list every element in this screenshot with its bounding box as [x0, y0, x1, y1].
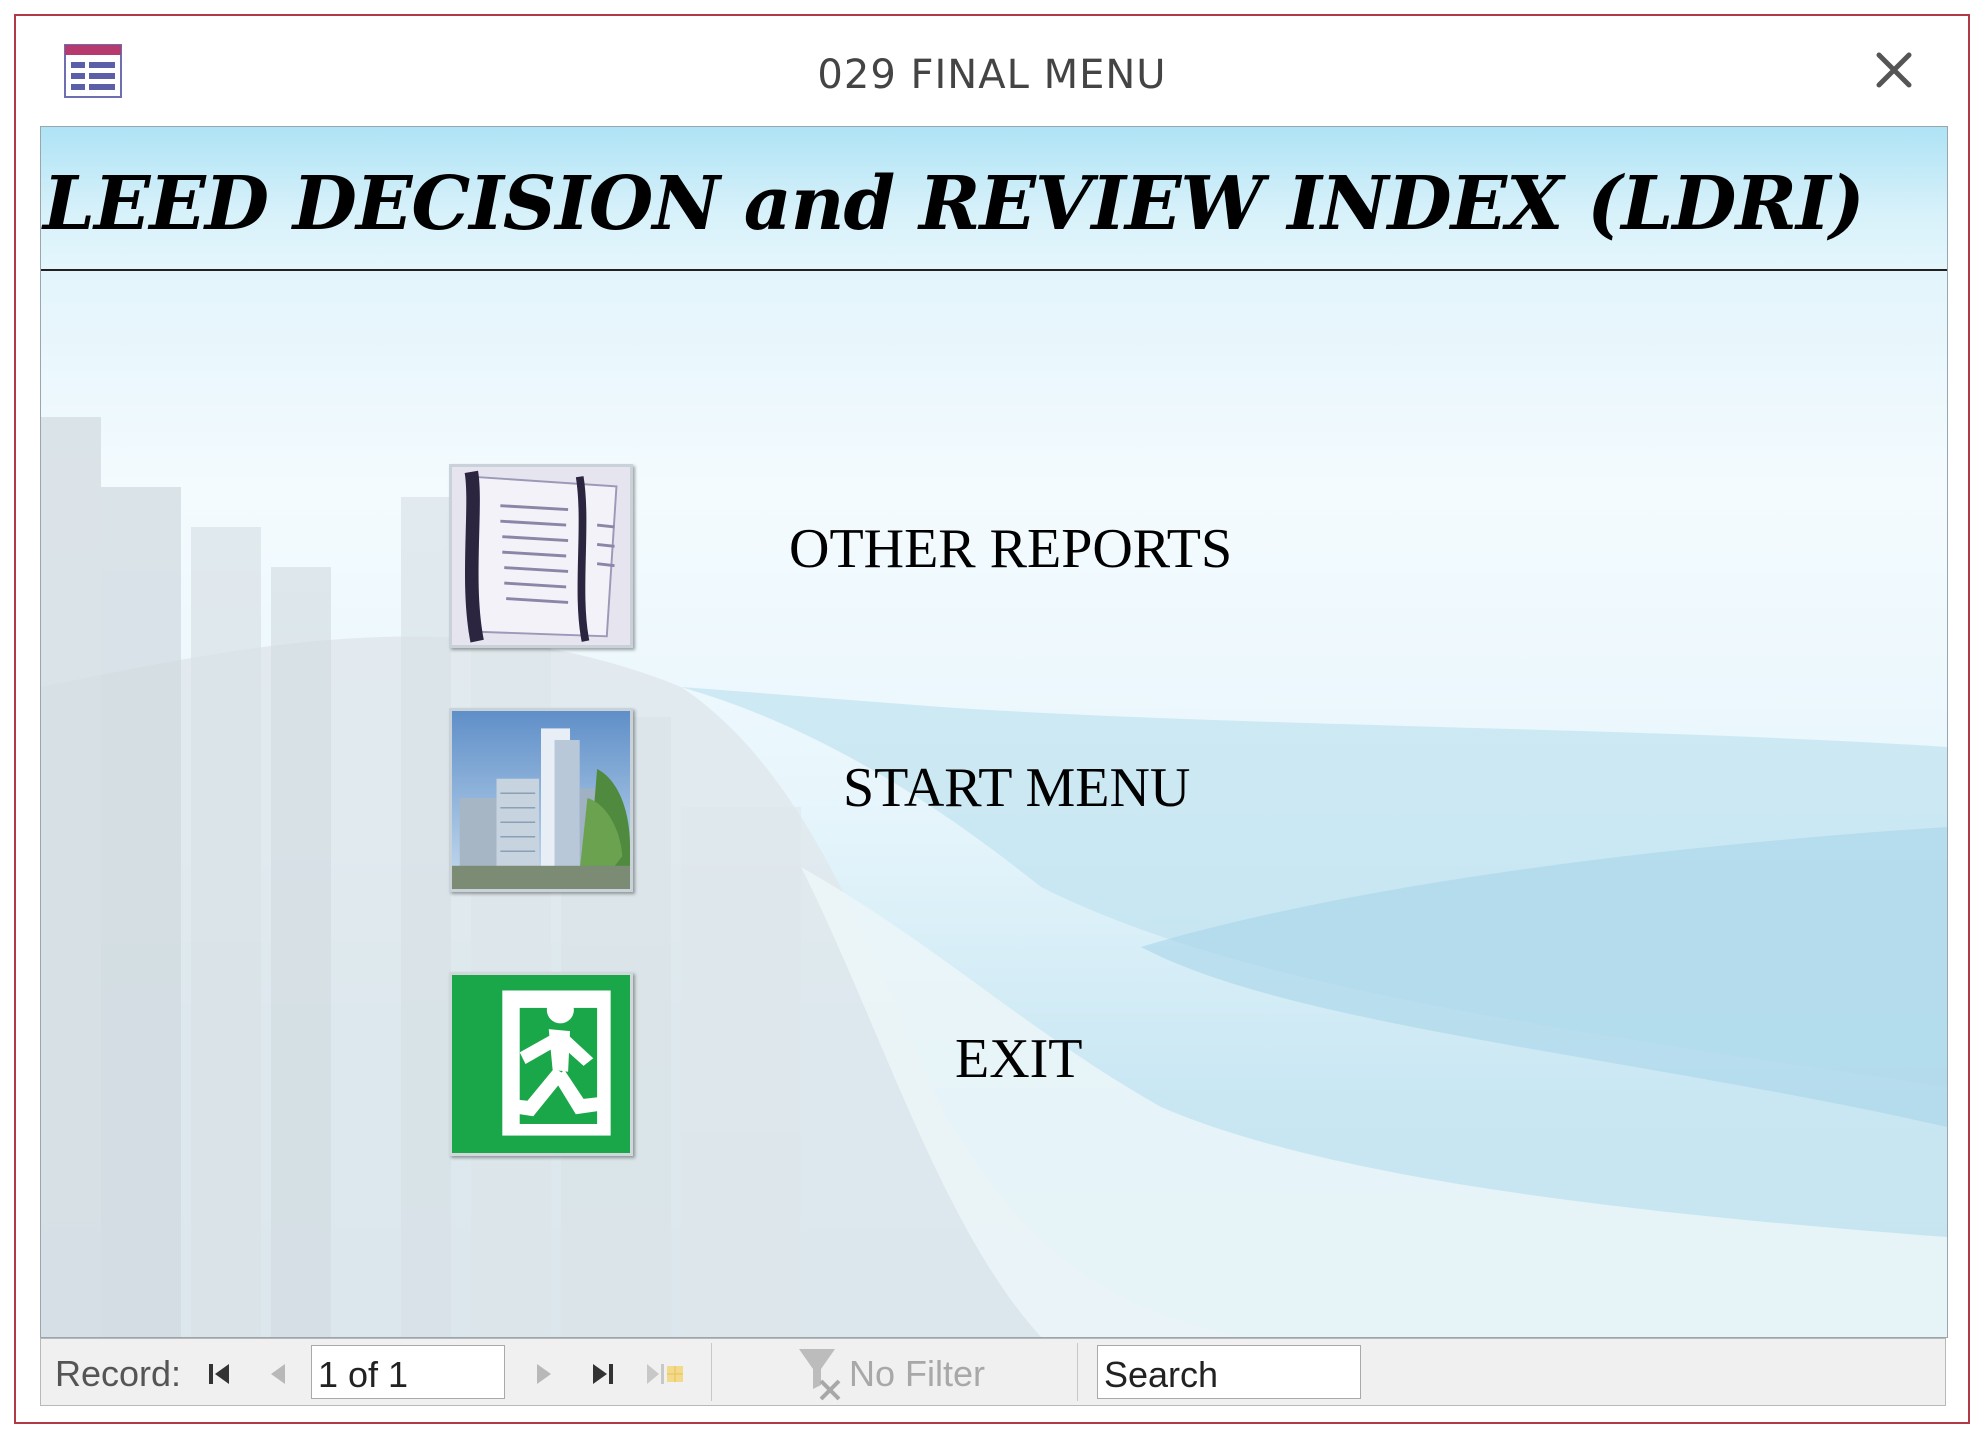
other-reports-label[interactable]: OTHER REPORTS [789, 517, 1232, 581]
exit-button[interactable] [449, 972, 633, 1156]
navbar-separator [1077, 1343, 1078, 1401]
current-record-field[interactable]: 1 of 1 [311, 1345, 505, 1399]
search-input[interactable]: Search [1097, 1345, 1361, 1399]
first-record-button[interactable] [205, 1357, 235, 1389]
filter-off-icon [799, 1349, 841, 1401]
navbar-separator [711, 1343, 712, 1401]
close-icon [1876, 52, 1912, 88]
next-record-button[interactable] [529, 1357, 559, 1389]
window-title: 029 FINAL MENU [817, 52, 1167, 98]
record-navigation-bar: Record: 1 of 1 No Filter Search [40, 1338, 1946, 1406]
previous-record-icon [271, 1364, 285, 1384]
record-label: Record: [55, 1353, 182, 1394]
title-bar: 029 FINAL MENU [16, 16, 1968, 126]
no-filter-label: No Filter [849, 1353, 986, 1394]
exit-label[interactable]: EXIT [955, 1027, 1083, 1091]
start-menu-label[interactable]: START MENU [843, 756, 1190, 820]
beach-city-background [41, 417, 1947, 1337]
previous-record-button[interactable] [263, 1357, 293, 1389]
new-record-icon [647, 1364, 683, 1384]
form-body: LEED DECISION and REVIEW INDEX (LDRI) OT… [40, 126, 1948, 1338]
other-reports-button[interactable] [449, 464, 633, 648]
form-header: LEED DECISION and REVIEW INDEX (LDRI) [41, 127, 1947, 271]
exit-running-man-icon [452, 975, 630, 1153]
last-record-button[interactable] [587, 1357, 617, 1389]
first-record-icon [209, 1364, 229, 1384]
city-buildings-icon [452, 711, 630, 889]
close-button[interactable] [1864, 40, 1924, 100]
last-record-icon [593, 1364, 613, 1384]
start-menu-button[interactable] [449, 708, 633, 892]
reports-document-icon [452, 467, 630, 645]
no-filter-button[interactable]: No Filter [789, 1343, 1009, 1403]
new-record-button[interactable] [643, 1357, 685, 1389]
access-form-window: 029 FINAL MENU LEED DECISION and REVIEW … [14, 14, 1970, 1424]
form-title: LEED DECISION and REVIEW INDEX (LDRI) [43, 161, 1865, 247]
next-record-icon [537, 1364, 551, 1384]
